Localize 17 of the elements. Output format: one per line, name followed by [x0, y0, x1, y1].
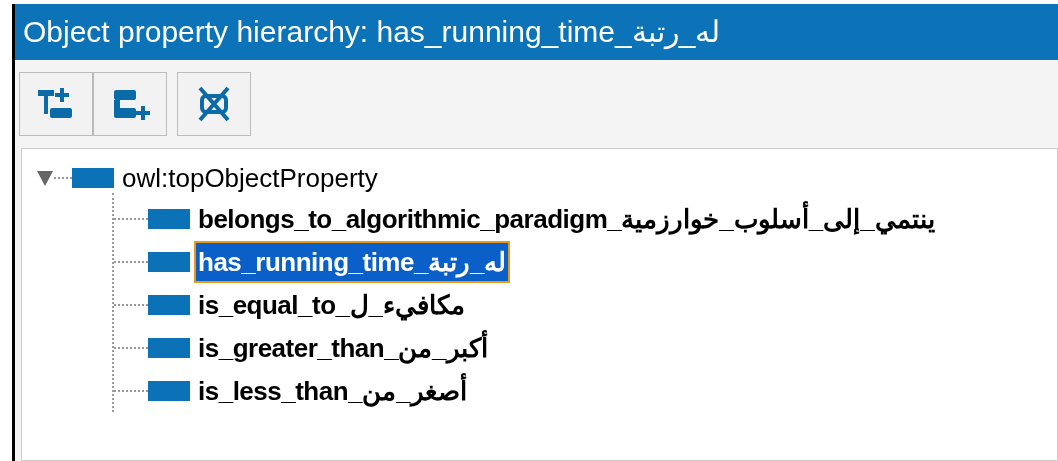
tree-item[interactable]: owl:topObjectProperty: [120, 159, 380, 197]
property-icon: [148, 337, 190, 358]
property-icon: [148, 251, 190, 272]
toolbar-button[interactable]: [177, 72, 251, 136]
window-title: Object property hierarchy: has_running_time_له_رتبة: [15, 4, 1058, 60]
property-icon: [72, 168, 114, 188]
expand-arrow-icon[interactable]: [36, 169, 54, 187]
tree-item[interactable]: is_equal_to_مكافيء_ل: [196, 285, 467, 324]
property-icon: [148, 208, 190, 229]
tree-item[interactable]: belongs_to_algorithmic_paradigm_ينتمي_إلى_أسلوب_خوارزمية: [196, 199, 937, 238]
property-icon: [148, 294, 190, 315]
toolbar-button[interactable]: [19, 72, 93, 136]
toolbar-button[interactable]: [93, 72, 167, 136]
tree-item[interactable]: is_less_than_أصغر_من: [196, 371, 469, 410]
tree-item[interactable]: has_running_time_له_رتبة: [196, 242, 509, 281]
tree-item[interactable]: is_greater_than_أكبر_من: [196, 328, 490, 367]
property-icon: [148, 380, 190, 401]
